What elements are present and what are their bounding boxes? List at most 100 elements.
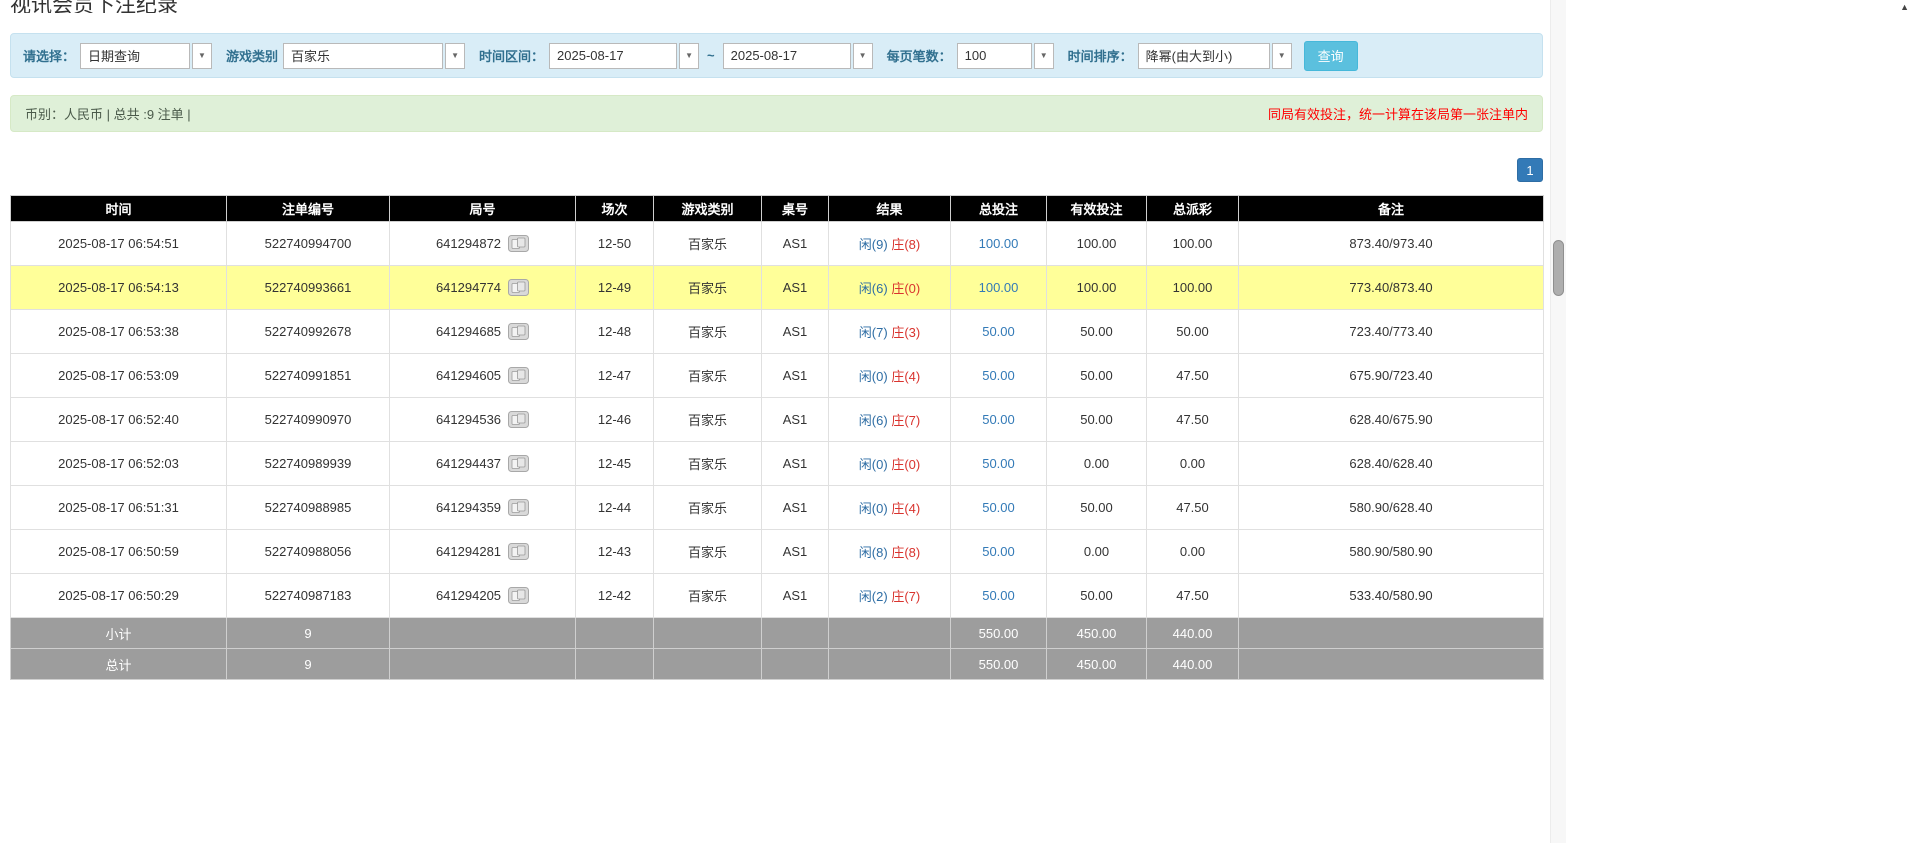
cell-bet-id: 522740987183 xyxy=(227,574,390,618)
view-game-result-icon[interactable] xyxy=(508,367,529,384)
table-header-row: 时间 注单编号 局号 场次 游戏类别 桌号 结果 总投注 有效投注 总派彩 备注 xyxy=(11,196,1544,222)
result-banker: 庄(3) xyxy=(891,325,920,340)
total-bet-link[interactable]: 50.00 xyxy=(982,368,1015,383)
view-game-result-icon[interactable] xyxy=(508,499,529,516)
view-game-result-icon[interactable] xyxy=(508,411,529,428)
cell-valid-bet: 50.00 xyxy=(1047,486,1147,530)
subtotal-label: 小计 xyxy=(11,618,227,649)
chevron-down-icon: ▼ xyxy=(859,52,867,60)
valid-bet-notice: 同局有效投注，统一计算在该局第一张注单内 xyxy=(1268,104,1528,123)
cell-session: 12-45 xyxy=(576,442,654,486)
cell-table-no: AS1 xyxy=(762,442,829,486)
view-game-result-icon[interactable] xyxy=(508,587,529,604)
view-game-result-icon[interactable] xyxy=(508,235,529,252)
cell-valid-bet: 50.00 xyxy=(1047,574,1147,618)
cell-time: 2025-08-17 06:53:38 xyxy=(11,310,227,354)
view-game-result-icon[interactable] xyxy=(508,279,529,296)
cell-time: 2025-08-17 06:50:29 xyxy=(11,574,227,618)
search-button[interactable]: 查询 xyxy=(1304,41,1358,71)
cell-bet-id: 522740988985 xyxy=(227,486,390,530)
total-bet-link[interactable]: 100.00 xyxy=(979,236,1019,251)
date-to-dropdown-button[interactable]: ▼ xyxy=(853,43,873,69)
col-header-game-type: 游戏类别 xyxy=(654,196,762,222)
game-type-input[interactable] xyxy=(283,43,443,69)
col-header-total-payout: 总派彩 xyxy=(1147,196,1239,222)
page-size-label: 每页笔数： xyxy=(887,46,952,65)
page-size-dropdown-button[interactable]: ▼ xyxy=(1034,43,1054,69)
cell-result: 闲(0) 庄(0) xyxy=(829,442,951,486)
total-bet-link[interactable]: 50.00 xyxy=(982,456,1015,471)
game-type-combo: ▼ xyxy=(283,43,465,69)
game-type-dropdown-button[interactable]: ▼ xyxy=(445,43,465,69)
result-banker: 庄(8) xyxy=(891,545,920,560)
cell-game-type: 百家乐 xyxy=(654,354,762,398)
cell-total-bet: 50.00 xyxy=(951,486,1047,530)
table-row: 2025-08-17 06:51:31522740988985641294359… xyxy=(11,486,1544,530)
date-to-combo: ▼ xyxy=(723,43,873,69)
total-bet-link[interactable]: 100.00 xyxy=(979,280,1019,295)
cell-time: 2025-08-17 06:51:31 xyxy=(11,486,227,530)
cell-time: 2025-08-17 06:53:09 xyxy=(11,354,227,398)
cell-total-payout: 47.50 xyxy=(1147,574,1239,618)
cell-bet-id: 522740992678 xyxy=(227,310,390,354)
cell-valid-bet: 0.00 xyxy=(1047,530,1147,574)
cell-game-type: 百家乐 xyxy=(654,222,762,266)
sort-order-combo: ▼ xyxy=(1138,43,1292,69)
col-header-total-bet: 总投注 xyxy=(951,196,1047,222)
result-banker: 庄(8) xyxy=(891,237,920,252)
page-viewport: 视讯会员下注纪录 请选择： ▼ 游戏类别 ▼ 时间区间： ▼ ~ ▼ xyxy=(0,0,1913,843)
cell-remark: 723.40/773.40 xyxy=(1239,310,1544,354)
total-bet-link[interactable]: 50.00 xyxy=(982,324,1015,339)
table-row: 2025-08-17 06:54:13522740993661641294774… xyxy=(11,266,1544,310)
result-player: 闲(6) xyxy=(859,281,888,296)
grand-total-total-bet: 550.00 xyxy=(951,649,1047,680)
select-type-input[interactable] xyxy=(80,43,190,69)
cell-total-bet: 50.00 xyxy=(951,530,1047,574)
total-bet-link[interactable]: 50.00 xyxy=(982,588,1015,603)
cell-bet-id: 522740989939 xyxy=(227,442,390,486)
cell-valid-bet: 0.00 xyxy=(1047,442,1147,486)
col-header-result: 结果 xyxy=(829,196,951,222)
subtotal-valid-bet: 450.00 xyxy=(1047,618,1147,649)
select-type-dropdown-button[interactable]: ▼ xyxy=(192,43,212,69)
view-game-result-icon[interactable] xyxy=(508,543,529,560)
cell-session: 12-48 xyxy=(576,310,654,354)
date-to-input[interactable] xyxy=(723,43,851,69)
date-from-input[interactable] xyxy=(549,43,677,69)
cell-bet-id: 522740993661 xyxy=(227,266,390,310)
grand-total-count: 9 xyxy=(227,649,390,680)
cell-result: 闲(6) 庄(0) xyxy=(829,266,951,310)
currency-total-info: 币别：人民币 | 总共 :9 注单 | xyxy=(25,104,191,123)
cell-total-payout: 0.00 xyxy=(1147,442,1239,486)
date-from-dropdown-button[interactable]: ▼ xyxy=(679,43,699,69)
cell-game-type: 百家乐 xyxy=(654,398,762,442)
cell-result: 闲(6) 庄(7) xyxy=(829,398,951,442)
col-header-time: 时间 xyxy=(11,196,227,222)
table-row: 2025-08-17 06:50:59522740988056641294281… xyxy=(11,530,1544,574)
chevron-down-icon: ▼ xyxy=(1040,52,1048,60)
cell-result: 闲(2) 庄(7) xyxy=(829,574,951,618)
cell-game-type: 百家乐 xyxy=(654,530,762,574)
cell-table-no: AS1 xyxy=(762,354,829,398)
view-game-result-icon[interactable] xyxy=(508,455,529,472)
total-bet-link[interactable]: 50.00 xyxy=(982,412,1015,427)
view-game-result-icon[interactable] xyxy=(508,323,529,340)
main-content: 视讯会员下注纪录 请选择： ▼ 游戏类别 ▼ 时间区间： ▼ ~ ▼ xyxy=(10,0,1543,680)
total-bet-link[interactable]: 50.00 xyxy=(982,500,1015,515)
select-type-combo: ▼ xyxy=(80,43,212,69)
vertical-scrollbar[interactable] xyxy=(1550,0,1566,843)
bet-records-table: 时间 注单编号 局号 场次 游戏类别 桌号 结果 总投注 有效投注 总派彩 备注… xyxy=(10,195,1544,680)
sort-order-input[interactable] xyxy=(1138,43,1270,69)
page-1-button[interactable]: 1 xyxy=(1517,158,1543,182)
result-banker: 庄(0) xyxy=(891,281,920,296)
date-from-combo: ▼ xyxy=(549,43,699,69)
cell-remark: 675.90/723.40 xyxy=(1239,354,1544,398)
page-size-input[interactable] xyxy=(957,43,1032,69)
total-bet-link[interactable]: 50.00 xyxy=(982,544,1015,559)
cell-valid-bet: 100.00 xyxy=(1047,266,1147,310)
sort-order-dropdown-button[interactable]: ▼ xyxy=(1272,43,1292,69)
cell-table-no: AS1 xyxy=(762,486,829,530)
result-player: 闲(2) xyxy=(859,589,888,604)
scroll-up-icon[interactable]: ▲ xyxy=(1900,2,1909,12)
scrollbar-thumb[interactable] xyxy=(1553,240,1564,296)
